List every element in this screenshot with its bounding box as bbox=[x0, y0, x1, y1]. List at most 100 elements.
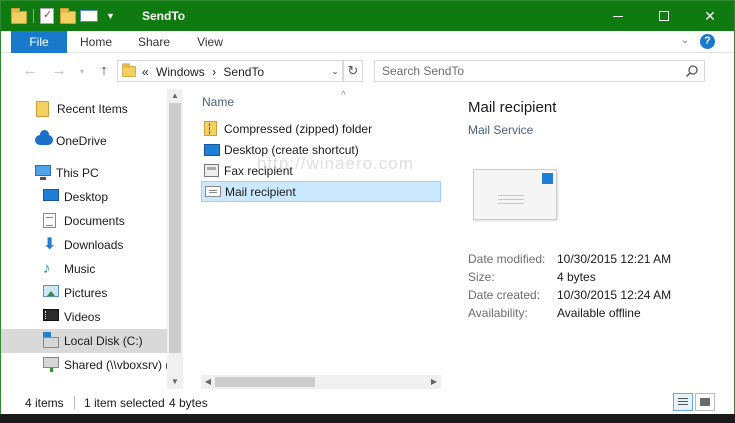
breadcrumb-windows[interactable]: Windows bbox=[156, 65, 205, 79]
sidebar-item-label: Shared (\\vboxsrv) (E bbox=[64, 358, 167, 372]
sidebar-item-label: This PC bbox=[56, 166, 99, 180]
tab-share[interactable]: Share bbox=[129, 31, 179, 53]
sidebar-item-this-pc[interactable]: This PC bbox=[1, 161, 167, 185]
folder-icon bbox=[11, 8, 27, 24]
scrollbar-thumb[interactable] bbox=[169, 103, 181, 353]
scroll-left-arrow-icon[interactable]: ◀ bbox=[201, 375, 215, 389]
details-pane: Mail recipient Mail Service Date modifie… bbox=[443, 89, 734, 389]
column-header-label: Name bbox=[202, 95, 235, 109]
property-value: 10/30/2015 12:24 AM bbox=[557, 288, 672, 302]
music-icon: ♪ bbox=[43, 260, 51, 277]
zip-folder-icon bbox=[204, 120, 221, 137]
search-input[interactable] bbox=[375, 61, 675, 81]
sidebar-item-shared-drive[interactable]: Shared (\\vboxsrv) (E bbox=[1, 353, 167, 377]
help-icon[interactable]: ? bbox=[700, 34, 715, 49]
tab-home[interactable]: Home bbox=[71, 31, 121, 53]
item-count: 4 items bbox=[25, 396, 64, 410]
mail-icon bbox=[205, 184, 222, 200]
sidebar-item-videos[interactable]: Videos bbox=[1, 305, 167, 329]
sidebar-item-label: OneDrive bbox=[56, 134, 107, 148]
file-list: Name ^ Compressed (zipped) folder Deskto… bbox=[183, 89, 443, 389]
sidebar-item-label: Desktop bbox=[64, 190, 109, 204]
scroll-right-arrow-icon[interactable]: ▶ bbox=[427, 375, 441, 389]
window-title: SendTo bbox=[142, 9, 186, 23]
forward-button[interactable]: → bbox=[49, 62, 69, 80]
up-button[interactable]: ↑ bbox=[94, 62, 114, 80]
minimize-icon bbox=[613, 15, 623, 17]
column-header-name[interactable]: Name ^ bbox=[202, 90, 346, 109]
scrollbar-thumb[interactable] bbox=[215, 377, 315, 387]
tab-view[interactable]: View bbox=[187, 31, 233, 53]
checkmark-icon[interactable] bbox=[40, 8, 56, 24]
new-folder-icon[interactable] bbox=[60, 8, 76, 24]
sidebar-item-music[interactable]: ♪ Music bbox=[1, 257, 167, 281]
sidebar-item-desktop[interactable]: Desktop bbox=[1, 185, 167, 209]
details-type: Mail Service bbox=[468, 123, 534, 137]
videos-icon bbox=[43, 309, 59, 325]
scroll-up-arrow-icon[interactable]: ▲ bbox=[167, 89, 183, 103]
status-bar: 4 items 1 item selected 4 bytes bbox=[1, 389, 734, 415]
search-box[interactable] bbox=[374, 60, 705, 82]
recent-locations-chevron-icon[interactable]: ▾ bbox=[76, 63, 88, 81]
navigation-pane: Recent Items OneDrive This PC Desktop Do… bbox=[1, 89, 183, 389]
address-row: ← → ▾ ↑ « Windows › SendTo ⌄ ↻ bbox=[1, 53, 734, 89]
close-button[interactable]: ✕ bbox=[687, 1, 733, 31]
list-item[interactable]: Compressed (zipped) folder bbox=[201, 118, 441, 139]
customize-toolbar-arrow-icon[interactable]: ▼ bbox=[106, 11, 115, 21]
back-button[interactable]: ← bbox=[20, 62, 40, 80]
quick-access-toolbar: ▼ bbox=[11, 7, 115, 25]
list-item-selected[interactable]: Mail recipient bbox=[201, 181, 441, 202]
refresh-button[interactable]: ↻ bbox=[343, 60, 363, 82]
documents-icon bbox=[43, 213, 59, 229]
selection-status: 1 item selected bbox=[84, 396, 165, 410]
folder-icon bbox=[122, 63, 136, 78]
sidebar-item-documents[interactable]: Documents bbox=[1, 209, 167, 233]
large-icons-view-button[interactable] bbox=[695, 393, 715, 411]
close-icon: ✕ bbox=[704, 7, 716, 24]
sidebar-item-onedrive[interactable]: OneDrive bbox=[1, 129, 167, 153]
breadcrumb-separator-icon[interactable]: › bbox=[212, 65, 216, 79]
scroll-down-arrow-icon[interactable]: ▼ bbox=[167, 375, 183, 389]
sidebar-item-local-disk[interactable]: Local Disk (C:) bbox=[1, 329, 167, 353]
property-label: Date modified: bbox=[468, 252, 546, 266]
sidebar-item-downloads[interactable]: ⬇ Downloads bbox=[1, 233, 167, 257]
address-dropdown-chevron-icon[interactable]: ⌄ bbox=[326, 61, 344, 81]
disk-icon bbox=[43, 332, 59, 349]
desktop-background bbox=[0, 414, 735, 423]
maximize-icon bbox=[659, 11, 669, 21]
explorer-window: ▼ SendTo ✕ File Home Share View ⌄ ? ← → … bbox=[0, 0, 735, 423]
status-separator bbox=[74, 396, 75, 409]
breadcrumb-sendto[interactable]: SendTo bbox=[223, 65, 264, 79]
expand-ribbon-chevron-icon[interactable]: ⌄ bbox=[677, 33, 693, 49]
sort-ascending-icon: ^ bbox=[341, 90, 346, 101]
address-bar[interactable]: « Windows › SendTo ⌄ bbox=[117, 60, 343, 82]
sidebar-item-recent-items[interactable]: Recent Items bbox=[1, 97, 167, 121]
sidebar-item-label: Videos bbox=[64, 310, 101, 324]
navigation-scrollbar[interactable]: ▲ ▼ bbox=[167, 89, 183, 389]
pictures-icon bbox=[43, 285, 59, 301]
sidebar-item-label: Recent Items bbox=[57, 102, 128, 116]
details-title: Mail recipient bbox=[468, 99, 557, 116]
sidebar-item-label: Pictures bbox=[64, 286, 108, 300]
sidebar-item-label: Local Disk (C:) bbox=[64, 334, 143, 348]
downloads-icon: ⬇ bbox=[43, 236, 57, 253]
desktop-icon bbox=[43, 189, 59, 205]
minimize-button[interactable] bbox=[595, 1, 641, 31]
title-bar: ▼ SendTo ✕ bbox=[1, 1, 734, 31]
sidebar-item-label: Documents bbox=[64, 214, 125, 228]
properties-icon[interactable] bbox=[80, 8, 100, 24]
search-icon[interactable] bbox=[685, 64, 699, 78]
details-view-button[interactable] bbox=[673, 393, 693, 411]
toolbar-separator bbox=[33, 9, 34, 23]
file-name: Mail recipient bbox=[225, 184, 296, 199]
selection-size: 4 bytes bbox=[169, 396, 208, 410]
sidebar-item-pictures[interactable]: Pictures bbox=[1, 281, 167, 305]
breadcrumb-overflow[interactable]: « bbox=[142, 65, 149, 79]
file-name: Compressed (zipped) folder bbox=[224, 121, 373, 136]
breadcrumb: « Windows › SendTo bbox=[142, 65, 268, 79]
horizontal-scrollbar[interactable]: ◀ ▶ bbox=[201, 375, 441, 389]
folder-icon bbox=[36, 101, 52, 117]
property-value: 10/30/2015 12:21 AM bbox=[557, 252, 672, 266]
tab-file[interactable]: File bbox=[11, 31, 67, 53]
maximize-button[interactable] bbox=[641, 1, 687, 31]
